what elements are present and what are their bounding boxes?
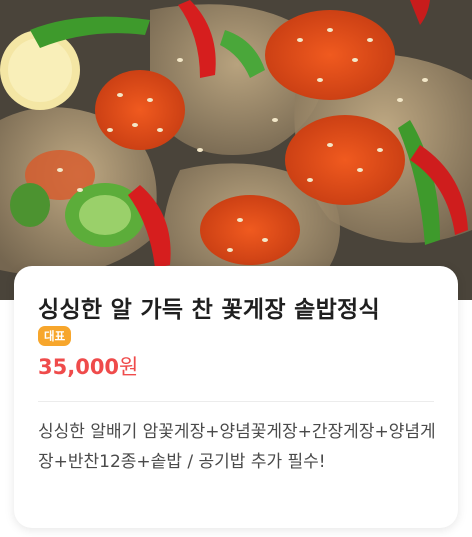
menu-card[interactable]: 싱싱한 알 가득 찬 꽃게장 솥밥정식 대표 35,000원 싱싱한 알배기 암… — [14, 266, 458, 528]
menu-description: 싱싱한 알배기 암꽃게장+양념꽃게장+간장게장+양념게장+반찬12종+솥밥 / … — [38, 422, 436, 472]
food-photo-illustration — [0, 0, 472, 300]
menu-price: 35,000원 — [38, 351, 138, 381]
menu-title: 싱싱한 알 가득 찬 꽃게장 솥밥정식 — [38, 297, 380, 323]
price-unit: 원 — [119, 355, 139, 379]
price-amount: 35,000 — [38, 355, 120, 379]
signature-badge: 대표 — [38, 326, 72, 346]
divider — [38, 401, 434, 402]
menu-photo[interactable] — [0, 0, 472, 300]
